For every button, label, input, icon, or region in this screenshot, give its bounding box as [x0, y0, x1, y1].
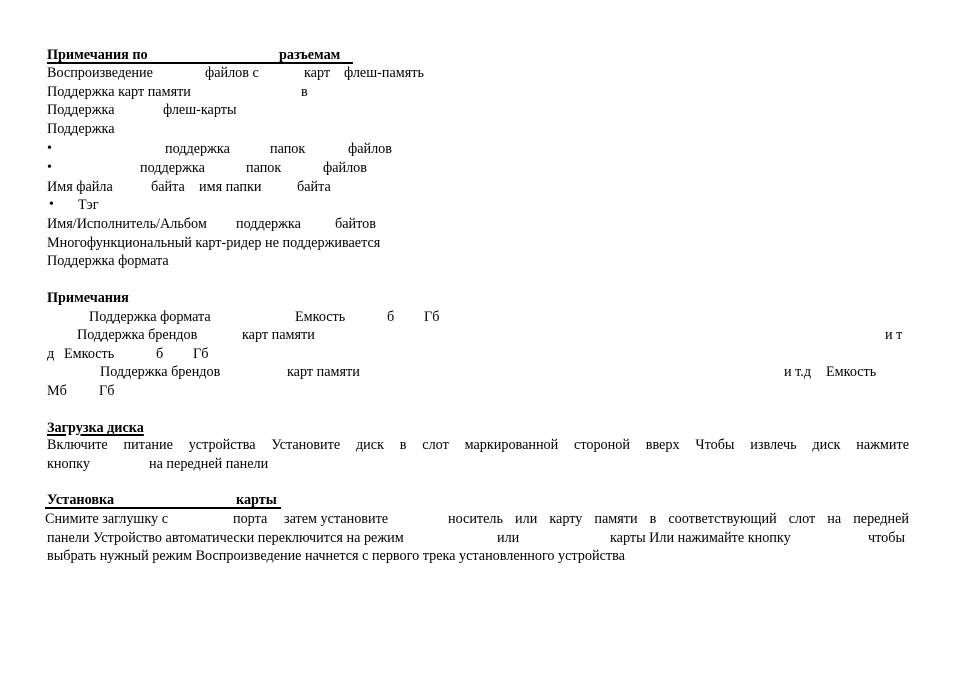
notes-line3-word4: Гб: [193, 346, 209, 362]
disc-heading: Загрузка диска: [47, 420, 144, 436]
card-heading-left: Установка: [47, 492, 115, 508]
notes-line1-word2: Емкость: [295, 309, 346, 325]
connectors-bullet1-word1: поддержка: [165, 141, 230, 157]
connectors-line6-word2: поддержка: [236, 216, 301, 232]
connectors-line3-word2: флеш-карты: [163, 102, 237, 118]
notes-line2-word2: карт памяти: [242, 327, 315, 343]
notes-line2-word3: и т: [885, 327, 903, 343]
disc-line2-word2: на передней панели: [149, 456, 269, 472]
connectors-line4: Поддержка: [47, 121, 115, 137]
card-line2-seg2: или: [497, 530, 520, 546]
notes-line4-word3: и т.д: [784, 364, 812, 380]
notes-line3-word1: д: [47, 346, 55, 362]
connectors-heading-right: разъемам: [279, 47, 341, 63]
notes-line1-word3: б: [387, 309, 395, 325]
bullet-icon: •: [49, 197, 54, 212]
disc-line1: Включите питание устройства Установите д…: [47, 437, 909, 453]
connectors-bullet2-word2: папок: [246, 160, 282, 176]
connectors-bullet3: Тэг: [78, 197, 99, 213]
connectors-line3-word1: Поддержка: [47, 102, 115, 118]
connectors-bullet1-word2: папок: [270, 141, 306, 157]
connectors-line6-word1: Имя/Исполнитель/Альбом: [47, 216, 207, 232]
notes-line4-word4: Емкость: [826, 364, 877, 380]
connectors-line6-word3: байтов: [335, 216, 376, 232]
connectors-line2-word1: Поддержка карт памяти: [47, 84, 191, 100]
notes-line5-word1: Мб: [47, 383, 67, 399]
connectors-bullet1-word3: файлов: [348, 141, 392, 157]
connectors-line1-word3: карт: [304, 65, 331, 81]
connectors-heading-left: Примечания по: [47, 47, 148, 63]
card-line1-seg4: носитель или карту памяти в соответствую…: [448, 511, 909, 527]
notes-line3-word3: б: [156, 346, 164, 362]
card-line2-seg1: панели Устройство автоматически переключ…: [47, 530, 404, 546]
bullet-icon: •: [47, 160, 52, 175]
notes-line5-word2: Гб: [99, 383, 115, 399]
card-line1-seg1: Снимите заглушку с: [45, 511, 168, 527]
connectors-line5-word2: байта: [151, 179, 185, 195]
card-heading-right: карты: [236, 492, 277, 508]
connectors-line5-word3: имя папки: [199, 179, 262, 195]
notes-line1-word1: Поддержка формата: [89, 309, 211, 325]
notes-line3-word2: Емкость: [64, 346, 115, 362]
disc-line2-word1: кнопку: [47, 456, 90, 472]
card-line2-seg4: чтобы: [868, 530, 905, 546]
connectors-line5-word1: Имя файла: [47, 179, 113, 195]
notes-heading: Примечания: [47, 290, 129, 306]
card-line1-seg2: порта: [233, 511, 268, 527]
connectors-bullet2-word1: поддержка: [140, 160, 205, 176]
connectors-line8: Поддержка формата: [47, 253, 169, 269]
notes-line4-word1: Поддержка брендов: [100, 364, 221, 380]
card-line2-seg3: карты Или нажимайте кнопку: [610, 530, 791, 546]
card-heading-underline: [45, 507, 281, 509]
notes-line1-word4: Гб: [424, 309, 440, 325]
connectors-line1-word4: флеш-память: [344, 65, 424, 81]
card-line1-seg3: затем установите: [284, 511, 389, 527]
connectors-line1-word1: Воспроизведение: [47, 65, 153, 81]
bullet-icon: •: [47, 141, 52, 156]
connectors-line2-word2: в: [301, 84, 308, 100]
connectors-line7: Многофункциональный карт-ридер не поддер…: [47, 235, 381, 251]
notes-line4-word2: карт памяти: [287, 364, 360, 380]
connectors-line5-word4: байта: [297, 179, 331, 195]
connectors-line1-word2: файлов с: [205, 65, 259, 81]
notes-line2-word1: Поддержка брендов: [77, 327, 198, 343]
card-line3: выбрать нужный режим Воспроизведение нач…: [47, 548, 625, 564]
connectors-heading-underline: [47, 62, 353, 64]
connectors-bullet2-word3: файлов: [323, 160, 367, 176]
